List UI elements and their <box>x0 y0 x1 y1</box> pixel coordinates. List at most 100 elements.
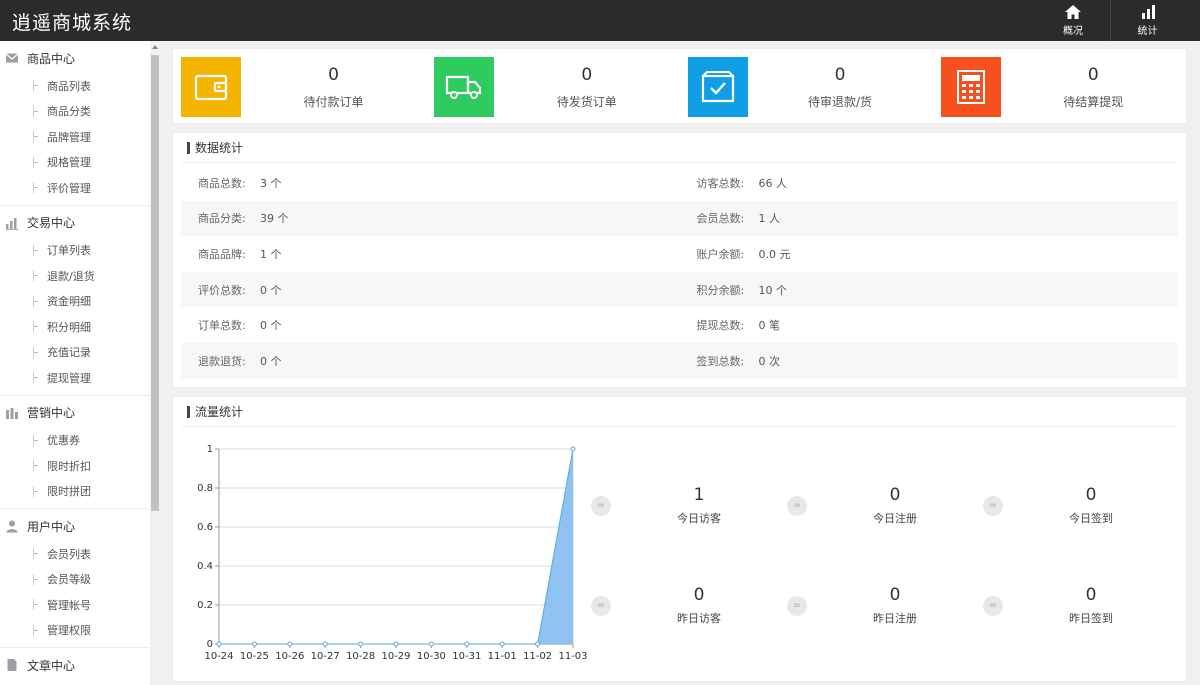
equals-icon: = <box>591 495 611 516</box>
x-tick-label: 10-27 <box>311 651 340 662</box>
sidebar-group-header[interactable]: 商品中心 <box>0 43 159 73</box>
sidebar-item-coupon[interactable]: 优惠券 <box>0 428 159 454</box>
stat-card-pending-withdraw[interactable]: 0 待结算提现 <box>933 49 1186 125</box>
kpi-value: 0 <box>1085 484 1097 505</box>
sidebar-scrollbar[interactable] <box>150 41 160 685</box>
stat-cell: 评价总数: 0 个 <box>181 282 680 298</box>
kpi-today-registrations: = 0 今日注册 <box>787 485 957 535</box>
stat-key: 访客总数: <box>696 176 745 190</box>
stat-icon-box <box>940 57 1001 117</box>
scroll-up-icon[interactable] <box>152 45 158 49</box>
stat-cell: 退款退货: 0 个 <box>181 353 680 369</box>
sidebar-group-user: 用户中心 会员列表 会员等级 管理帐号 管理权限 <box>0 511 159 648</box>
data-point <box>428 641 434 647</box>
sidebar-group-header[interactable]: 交易中心 <box>0 208 159 238</box>
data-point <box>358 641 364 647</box>
stat-val: 0 个 <box>260 319 282 333</box>
x-tick-label: 11-02 <box>523 651 552 662</box>
sidebar-item-product-category[interactable]: 商品分类 <box>0 99 159 125</box>
stat-val: 1 个 <box>260 247 282 261</box>
app-title: 逍遥商城系统 <box>12 12 133 34</box>
stat-key: 商品分类: <box>198 212 246 226</box>
user-icon <box>6 520 18 533</box>
sidebar-item-label: 管理权限 <box>47 624 91 638</box>
table-row: 退款退货: 0 个 签到总数: 0 次 <box>181 342 1178 379</box>
kpi-value: 0 <box>889 484 901 505</box>
sidebar-item-group-buy[interactable]: 限时拼团 <box>0 479 159 505</box>
scrollbar-thumb[interactable] <box>151 55 159 511</box>
sidebar-item-funds[interactable]: 资金明细 <box>0 289 159 315</box>
table-row: 商品品牌: 1 个 账户余额: 0.0 元 <box>181 236 1178 272</box>
sidebar-item-flash-discount[interactable]: 限时折扣 <box>0 453 159 479</box>
sidebar-item-refund[interactable]: 退款/退货 <box>0 263 159 289</box>
stat-card-pending-payment[interactable]: 0 待付款订单 <box>173 49 426 125</box>
stat-val: 0 笔 <box>758 319 781 333</box>
data-point <box>287 641 293 647</box>
stat-cell: 商品品牌: 1 个 <box>181 246 680 262</box>
stat-cell: 积分余额: 10 个 <box>680 282 1179 298</box>
stat-card-pending-refund[interactable]: 0 待审退款/货 <box>680 49 933 125</box>
stat-cell: 访客总数: 66 人 <box>680 175 1179 191</box>
stat-value: 0 <box>834 65 846 85</box>
kpi-value: 1 <box>693 484 705 505</box>
stat-key: 积分余额: <box>696 283 745 297</box>
sidebar-item-product-list[interactable]: 商品列表 <box>0 73 159 99</box>
stat-cell: 商品分类: 39 个 <box>181 210 680 226</box>
sidebar-item-review[interactable]: 评价管理 <box>0 175 159 201</box>
kpi-value: 0 <box>1085 584 1097 605</box>
sidebar-item-label: 商品分类 <box>47 105 91 119</box>
traffic-panel: 流量统计 0 0.2 0.4 0.6 0.8 1 10-24 10-25 10-26 10-27 1… <box>172 395 1187 682</box>
mail-icon <box>5 53 19 63</box>
kpi-yesterday-registrations: = 0 昨日注册 <box>787 585 957 635</box>
sidebar-group-header[interactable]: 营销中心 <box>0 398 159 428</box>
sidebar-item-spec[interactable]: 规格管理 <box>0 150 159 176</box>
sidebar-item-admin-permission[interactable]: 管理权限 <box>0 618 159 644</box>
y-tick-label: 0.8 <box>197 483 213 494</box>
top-bar: 逍遥商城系统 概况 统计 <box>0 0 1200 41</box>
calculator-icon <box>956 70 985 104</box>
bar-chart-icon <box>5 217 19 230</box>
data-point <box>393 641 399 647</box>
stat-val: 3 个 <box>260 176 282 190</box>
x-tick-label: 10-29 <box>381 651 410 662</box>
sidebar-item-label: 资金明细 <box>47 295 91 309</box>
kpi-value: 0 <box>889 584 901 605</box>
stat-key: 订单总数: <box>198 319 246 333</box>
sidebar-group-label: 商品中心 <box>27 51 76 66</box>
kpi-yesterday-visitors: = 0 昨日访客 <box>591 585 761 635</box>
nav-statistics[interactable]: 统计 <box>1110 0 1184 41</box>
x-tick-label: 11-01 <box>488 651 517 662</box>
sidebar-item-label: 积分明细 <box>47 320 91 334</box>
stat-card-pending-shipment[interactable]: 0 待发货订单 <box>426 49 679 125</box>
table-row: 商品总数: 3 个 访客总数: 66 人 <box>181 165 1178 201</box>
kpi-yesterday-checkins: = 0 昨日签到 <box>983 585 1153 635</box>
sidebar-item-label: 退款/退货 <box>47 269 95 283</box>
sidebar-item-label: 会员列表 <box>47 547 91 561</box>
stat-val: 1 人 <box>758 212 781 226</box>
stat-val: 0.0 元 <box>758 247 791 261</box>
sidebar-item-withdraw[interactable]: 提现管理 <box>0 365 159 391</box>
sidebar-item-label: 限时拼团 <box>47 485 91 499</box>
data-point <box>251 641 257 647</box>
sidebar-group-header[interactable]: 用户中心 <box>0 511 159 541</box>
kpi-label: 今日签到 <box>1069 511 1113 525</box>
kpi-today-checkins: = 0 今日签到 <box>983 485 1153 535</box>
top-nav: 概况 统计 <box>1036 0 1184 41</box>
stat-label: 待发货订单 <box>556 95 617 109</box>
data-point <box>570 446 576 452</box>
sidebar-item-order-list[interactable]: 订单列表 <box>0 238 159 264</box>
sidebar-item-brand[interactable]: 品牌管理 <box>0 124 159 150</box>
sidebar-group-label: 文章中心 <box>27 658 76 673</box>
nav-overview[interactable]: 概况 <box>1036 0 1110 41</box>
stat-key: 商品品牌: <box>198 247 246 261</box>
sidebar-group-header[interactable]: 文章中心 <box>0 650 159 680</box>
sidebar-item-label: 商品列表 <box>47 79 91 93</box>
sidebar-item-member-list[interactable]: 会员列表 <box>0 541 159 567</box>
sidebar-item-points[interactable]: 积分明细 <box>0 314 159 340</box>
sidebar-group-marketing: 营销中心 优惠券 限时折扣 限时拼团 <box>0 398 159 509</box>
stat-cell: 会员总数: 1 人 <box>680 210 1179 226</box>
sidebar-item-admin-account[interactable]: 管理帐号 <box>0 592 159 618</box>
sidebar-item-member-level[interactable]: 会员等级 <box>0 567 159 593</box>
sidebar-item-recharge[interactable]: 充值记录 <box>0 340 159 366</box>
bar-chart-icon <box>1141 5 1155 19</box>
